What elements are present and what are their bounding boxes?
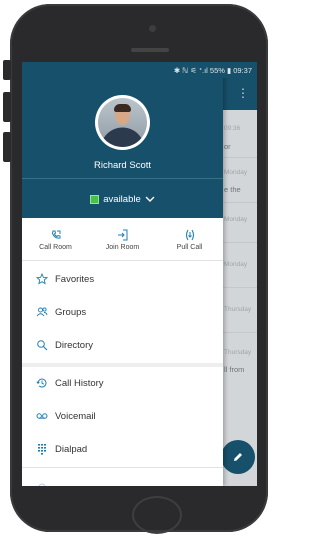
join-room-label: Join Room xyxy=(105,244,140,251)
list-divider xyxy=(222,287,257,288)
voicemail-icon xyxy=(36,413,48,419)
join-room-button[interactable]: Join Room xyxy=(93,229,153,251)
group-icon xyxy=(36,307,48,317)
pencil-icon xyxy=(234,453,242,461)
side-button-volume-up[interactable] xyxy=(3,92,11,122)
presence-status-icon xyxy=(90,194,100,204)
dialpad-icon xyxy=(38,444,46,455)
call-history-icon xyxy=(36,378,47,388)
list-divider xyxy=(222,157,257,158)
list-time: 09:36 xyxy=(224,125,241,132)
nav-item-label: Dialpad xyxy=(55,443,88,455)
pull-call-label: Pull Call xyxy=(176,244,203,251)
list-snippet: e the xyxy=(224,185,241,194)
phone-screen: ✱ ℕ ⚟ ᐩ.ıl 55% ▮ 09:37 ⋮ 09:36 or Monday… xyxy=(22,62,257,486)
overflow-menu-icon[interactable]: ⋮ xyxy=(237,86,249,100)
nav-item-dialpad[interactable]: Dialpad xyxy=(22,434,223,464)
nav-item-groups[interactable]: Groups xyxy=(22,297,223,327)
presence-selector[interactable]: available xyxy=(22,186,223,212)
nav-item-label: Voicemail xyxy=(55,410,96,422)
avatar[interactable] xyxy=(95,95,150,150)
presence-status-label: available xyxy=(103,193,141,205)
nav-item-directory[interactable]: Directory xyxy=(22,330,223,360)
nav-item-voicemail[interactable]: Voicemail xyxy=(22,401,223,431)
list-time: Thursday xyxy=(224,349,252,356)
quick-actions: Call Room Join Room Pull Call xyxy=(22,220,223,260)
chevron-down-icon xyxy=(145,196,155,202)
pull-call-button[interactable]: Pull Call xyxy=(160,229,220,251)
list-divider xyxy=(222,332,257,333)
list-time: Monday xyxy=(224,261,248,268)
list-time: Thursday xyxy=(224,306,252,313)
list-snippet: or xyxy=(224,142,231,151)
profile-photo xyxy=(98,98,147,147)
list-time: Monday xyxy=(224,216,248,223)
search-icon xyxy=(37,340,48,351)
earpiece-speaker xyxy=(131,48,169,52)
list-divider xyxy=(222,242,257,243)
front-camera xyxy=(149,25,156,32)
list-snippet: ll from xyxy=(224,365,245,374)
navigation-drawer: Richard Scott available Call Room Join R… xyxy=(22,62,223,486)
side-button-volume-down[interactable] xyxy=(3,132,11,162)
compose-button[interactable] xyxy=(221,440,255,474)
settings-icon xyxy=(38,483,46,486)
nav-item-label: Favorites xyxy=(55,273,95,285)
drawer-header: Richard Scott available xyxy=(22,62,223,218)
pull-call-icon xyxy=(185,229,194,241)
side-button-mute[interactable] xyxy=(3,60,11,80)
profile-photo-hair xyxy=(114,104,131,112)
call-room-button[interactable]: Call Room xyxy=(26,229,86,251)
call-room-label: Call Room xyxy=(39,244,72,251)
call-room-icon xyxy=(51,230,60,239)
nav-item-label: Directory xyxy=(55,339,94,351)
header-divider xyxy=(22,178,223,179)
nav-item-partial[interactable] xyxy=(22,472,223,486)
status-bar: ✱ ℕ ⚟ ᐩ.ıl 55% ▮ 09:37 xyxy=(22,62,257,78)
nav-item-favorites[interactable]: Favorites xyxy=(22,264,223,294)
divider xyxy=(22,260,223,261)
section-divider xyxy=(22,363,223,367)
nav-item-label: Call History xyxy=(55,377,104,389)
nav-item-call-history[interactable]: Call History xyxy=(22,368,223,398)
list-time: Monday xyxy=(224,169,248,176)
divider xyxy=(22,467,223,468)
join-room-icon xyxy=(117,229,127,241)
user-name: Richard Scott xyxy=(93,160,152,171)
nav-item-label: Groups xyxy=(55,306,87,318)
star-icon xyxy=(36,273,48,285)
list-divider xyxy=(222,202,257,203)
home-button[interactable] xyxy=(132,496,182,534)
